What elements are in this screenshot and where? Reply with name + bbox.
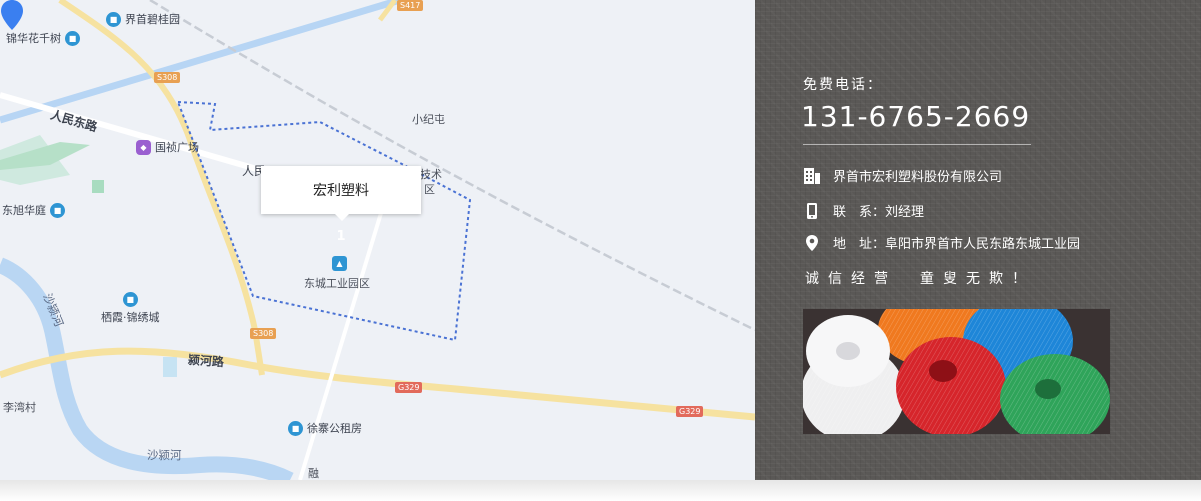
phone-icon <box>807 202 817 219</box>
divider <box>803 144 1031 145</box>
callout-title: 宏利塑料 <box>313 183 369 199</box>
poi-label: 锦华花千树 <box>6 32 61 45</box>
footer-shadow <box>0 480 1201 501</box>
residential-icon: ■ <box>106 11 121 27</box>
road-shield: S417 <box>397 0 424 11</box>
contact-person: 联 系：刘经理 <box>833 205 925 220</box>
residential-icon: ■ <box>288 420 303 436</box>
company-name: 界首市宏利塑料股份有限公司 <box>833 170 1003 185</box>
poi-xuzhai-gongzufang[interactable]: ■ 徐寨公租房 <box>288 420 362 436</box>
road-shield: S308 <box>250 328 277 339</box>
canal <box>0 0 402 124</box>
map-area[interactable]: 人民东路 人民 颍河路 沙颍河 沙颍河 小纪屯 技术 区 李湾村 融 ■ 界首碧… <box>0 0 755 480</box>
poi-label: 栖霞·锦绣城 <box>101 311 160 324</box>
pond-area <box>163 357 177 377</box>
factory-icon: ▲ <box>332 256 347 271</box>
poi-label: 国祯广场 <box>155 141 199 154</box>
address-row: 地 址：阜阳市界首市人民东路东城工业园 <box>803 233 1080 252</box>
road-shield: S308 <box>154 72 181 83</box>
place-label: 区 <box>424 183 435 196</box>
poi-jieshou-biguiyuan[interactable]: ■ 界首碧桂园 <box>106 11 180 27</box>
place-label: 融 <box>308 467 319 480</box>
phone-label: 免费电话： <box>803 77 883 93</box>
poi-guozhen-guangchang[interactable]: ◆ 国祯广场 <box>136 139 199 155</box>
road-label: 颍河路 <box>187 352 225 370</box>
slogan: 诚信经营 童叟无欺！ <box>805 271 1035 287</box>
shopping-icon: ◆ <box>136 139 151 155</box>
poi-label: 界首碧桂园 <box>125 13 180 26</box>
poi-label: 东旭华庭 <box>2 204 46 217</box>
place-label: 小纪屯 <box>412 113 445 126</box>
company-row: 界首市宏利塑料股份有限公司 <box>803 166 1002 185</box>
product-photo <box>803 309 1110 434</box>
phone-number[interactable]: 131-6765-2669 <box>801 100 1030 133</box>
poi-label: 徐寨公租房 <box>307 422 362 435</box>
road-s308 <box>58 0 265 376</box>
poi-qixia-jinxiucheng[interactable]: ■ 栖霞·锦绣城 <box>101 292 160 325</box>
river-label: 沙颍河 <box>147 448 182 462</box>
road-shield: G329 <box>676 406 704 417</box>
road-shield: G329 <box>395 382 423 393</box>
poi-dongcheng-industrial[interactable]: ▲ <box>332 256 347 271</box>
location-pin-icon <box>806 234 818 251</box>
location-callout[interactable]: 宏利塑料 <box>261 166 421 221</box>
marker-number: 1 <box>336 229 346 244</box>
road-g329 <box>0 347 755 421</box>
building-icon <box>804 167 820 184</box>
residential-icon: ■ <box>50 202 65 218</box>
contact-row: 联 系：刘经理 <box>803 201 924 220</box>
poi-jinhua-huaqianshu[interactable]: 锦华花千树 ■ <box>6 30 80 46</box>
map-marker-icon[interactable] <box>0 0 24 30</box>
residential-icon: ■ <box>65 30 80 46</box>
contact-panel: 免费电话： 131-6765-2669 界首市宏利塑料股份有限公司 联 系：刘经… <box>755 0 1201 480</box>
poi-dongxu-huating[interactable]: 东旭华庭 ■ <box>2 202 65 218</box>
map-canvas <box>0 0 755 480</box>
address-text: 地 址：阜阳市界首市人民东路东城工业园 <box>833 237 1081 252</box>
place-label: 李湾村 <box>3 401 36 414</box>
marker-label: 东城工业园区 <box>304 277 370 290</box>
residential-icon: ■ <box>122 292 138 307</box>
park-area <box>92 180 104 193</box>
place-label: 技术 <box>420 168 442 181</box>
